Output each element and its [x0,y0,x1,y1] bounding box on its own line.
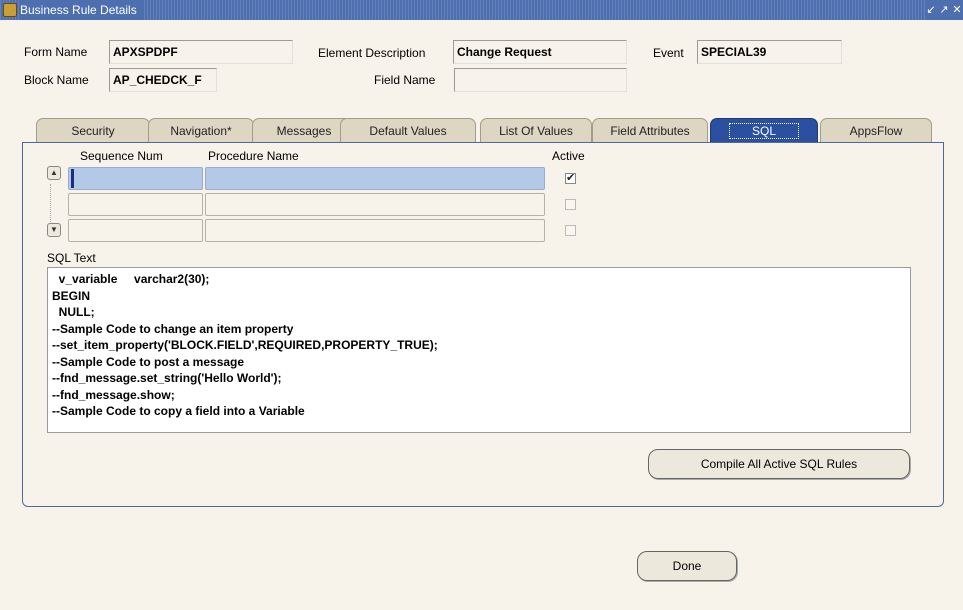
form-name-label: Form Name [24,45,88,59]
sql-text-label: SQL Text [47,251,96,265]
tab-default-values[interactable]: Default Values [340,118,476,142]
active-header: Active [552,149,585,163]
form-name-field[interactable]: APXSPDPF [109,40,293,64]
tab-navigation[interactable]: Navigation* [148,118,254,142]
active-checkbox[interactable] [565,225,576,236]
window-title-bar[interactable]: Business Rule Details ↙ ↗ ✕ [0,0,963,20]
done-button[interactable]: Done [637,551,737,581]
field-name-label: Field Name [374,73,436,87]
app-icon [3,3,17,17]
compile-all-button[interactable]: Compile All Active SQL Rules [648,449,910,479]
active-checkbox[interactable] [565,199,576,210]
tab-sql[interactable]: SQL [710,118,818,142]
window-title: Business Rule Details [20,0,143,20]
procedure-name-cell[interactable] [205,167,545,190]
tab-appsflow[interactable]: AppsFlow [820,118,932,142]
record-scrollbar[interactable] [50,184,58,222]
procedure-name-cell[interactable] [205,219,545,242]
sequence-num-cell[interactable] [68,167,203,190]
procedure-name-cell[interactable] [205,193,545,216]
field-name-field[interactable] [454,68,627,92]
element-description-label: Element Description [318,46,426,60]
sql-text-area[interactable]: v_variable varchar2(30); BEGIN NULL; --S… [47,267,911,433]
scroll-down-icon[interactable]: ▼ [47,223,61,237]
sequence-num-cell[interactable] [68,219,203,242]
sequence-num-cell[interactable] [68,193,203,216]
event-field[interactable]: SPECIAL39 [697,40,842,64]
tab-field-attributes[interactable]: Field Attributes [592,118,708,142]
block-name-label: Block Name [24,73,89,87]
scroll-up-icon[interactable]: ▲ [47,166,61,180]
procedure-name-header: Procedure Name [208,149,299,163]
tab-security[interactable]: Security [36,118,150,142]
element-description-field[interactable]: Change Request [453,40,627,64]
tab-list-of-values[interactable]: List Of Values [480,118,592,142]
block-name-field[interactable]: AP_CHEDCK_F [109,68,217,92]
sequence-num-header: Sequence Num [80,149,163,163]
current-record-indicator [71,169,74,188]
close-icon[interactable]: ✕ [951,0,963,20]
active-checkbox[interactable] [565,171,576,184]
event-label: Event [653,46,684,60]
minimize-icon[interactable]: ↙ [925,0,937,20]
maximize-icon[interactable]: ↗ [938,0,950,20]
